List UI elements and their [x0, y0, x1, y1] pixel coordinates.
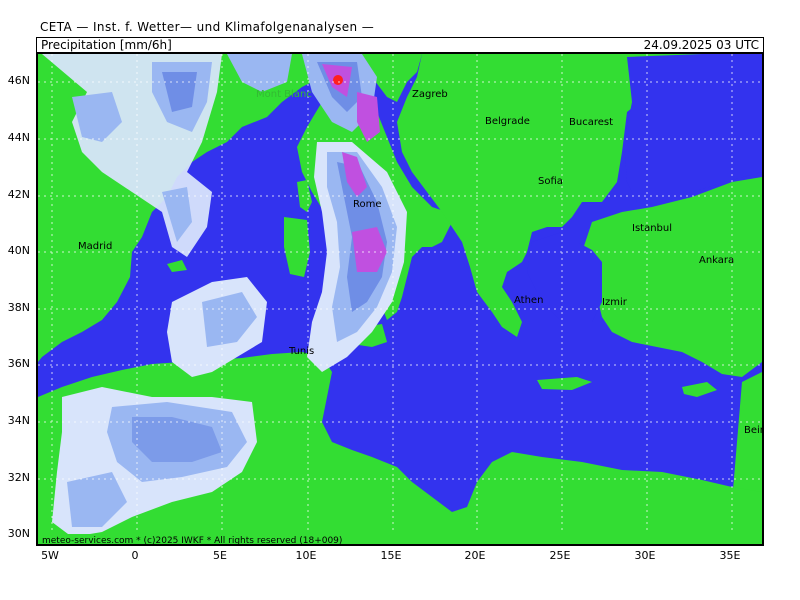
lat-tick: 36N	[7, 357, 30, 370]
lat-tick: 30N	[7, 527, 30, 540]
lon-tick: 15E	[380, 549, 402, 562]
city-label: Beirut	[744, 425, 762, 436]
lon-tick: 20E	[464, 549, 486, 562]
map-frame: Mont Blanc Zagreb Belgrade Bucarest Sofi…	[36, 52, 764, 546]
map-canvas: Mont Blanc Zagreb Belgrade Bucarest Sofi…	[38, 54, 762, 544]
city-label: Mont Blanc	[256, 89, 312, 100]
valid-time: 24.09.2025 03 UTC	[643, 38, 759, 52]
lat-tick: 42N	[7, 188, 30, 201]
source-title: CETA — Inst. f. Wetter— und Klimafolgena…	[40, 20, 375, 34]
lat-tick: 32N	[7, 471, 30, 484]
city-label: Belgrade	[485, 116, 530, 127]
city-label: Tunis	[288, 346, 314, 357]
header-bar: Precipitation [mm/6h] 24.09.2025 03 UTC	[36, 37, 764, 52]
city-label: Rome	[353, 199, 382, 210]
city-label: Izmir	[602, 297, 628, 308]
lon-tick: 30E	[634, 549, 656, 562]
lon-tick: 5W	[41, 549, 59, 562]
lat-tick: 46N	[7, 74, 30, 87]
credit-text: meteo-services.com * (c)2025 IWKF * All …	[42, 536, 342, 544]
lat-tick: 40N	[7, 244, 30, 257]
city-label: Ankara	[699, 255, 734, 266]
city-label: Madrid	[78, 241, 112, 252]
lat-tick: 38N	[7, 301, 30, 314]
lon-tick: 0	[131, 549, 139, 562]
lon-tick: 35E	[719, 549, 741, 562]
lat-tick: 34N	[7, 414, 30, 427]
lon-tick: 25E	[549, 549, 571, 562]
city-label: Sofia	[538, 176, 563, 187]
lat-tick: 44N	[7, 131, 30, 144]
lon-tick: 10E	[295, 549, 317, 562]
city-label: Istanbul	[632, 223, 672, 234]
city-label: Bucarest	[569, 117, 613, 128]
city-label: Athen	[514, 295, 543, 306]
product-label: Precipitation [mm/6h]	[41, 38, 172, 52]
city-label: Zagreb	[412, 89, 448, 100]
lon-tick: 5E	[213, 549, 227, 562]
